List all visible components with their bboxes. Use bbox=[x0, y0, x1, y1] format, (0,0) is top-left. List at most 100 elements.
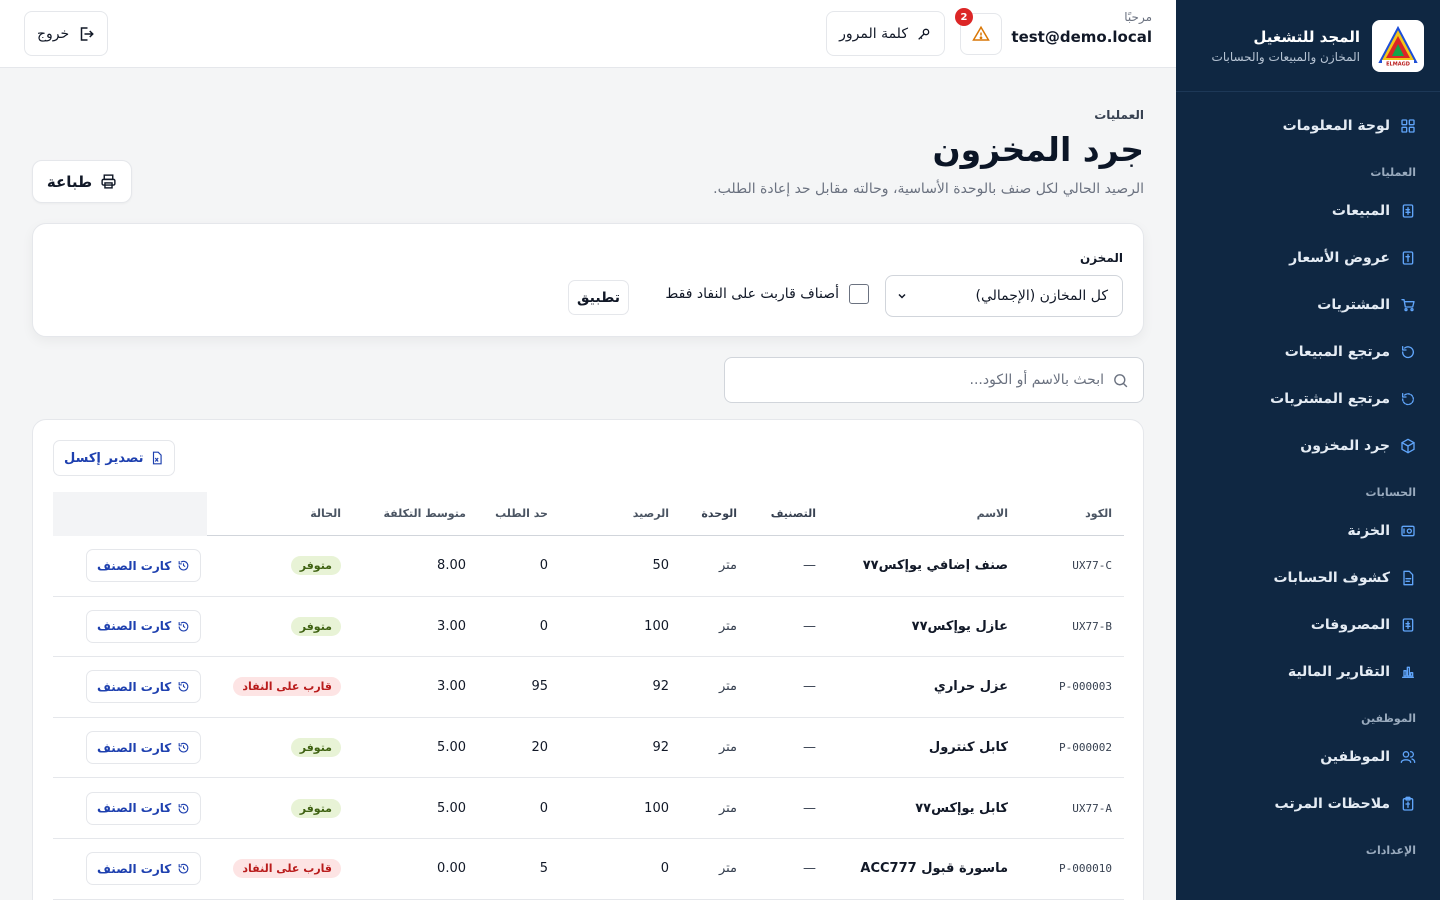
logout-icon bbox=[80, 26, 94, 41]
status-badge: متوفر bbox=[290, 738, 341, 758]
history-icon bbox=[178, 864, 189, 874]
inventory-table: الكود الاسم التصنيف الوحدة الرصيد حد الط… bbox=[53, 492, 1124, 900]
logout-button[interactable]: خروج bbox=[24, 11, 109, 56]
cell-unit: متر bbox=[718, 558, 737, 574]
history-icon bbox=[178, 682, 189, 692]
cell-unit: متر bbox=[718, 861, 737, 877]
sidebar-item-box[interactable]: جرد المخزون bbox=[1176, 422, 1440, 469]
sidebar-section-3: الإعدادات bbox=[1365, 843, 1416, 857]
return-dashed-icon bbox=[1401, 392, 1414, 405]
cart-icon bbox=[1401, 298, 1415, 311]
cell-balance: 0 bbox=[660, 861, 669, 877]
cell-balance: 100 bbox=[644, 618, 669, 634]
box-icon bbox=[1401, 438, 1415, 453]
search-icon bbox=[1114, 373, 1128, 387]
col-status[interactable]: الحالة bbox=[310, 507, 341, 520]
apply-button[interactable]: تطبيق bbox=[568, 280, 629, 315]
cell-balance: 92 bbox=[652, 740, 669, 756]
user-info: مرحبًا test@demo.local bbox=[1011, 10, 1152, 46]
topbar: مرحبًا test@demo.local 2 كلمة المرور خرو… bbox=[0, 0, 1176, 68]
cell-unit: متر bbox=[718, 740, 737, 756]
col-code[interactable]: الكود bbox=[1085, 507, 1112, 520]
cell-unit: متر bbox=[718, 800, 737, 816]
sidebar-item-safe[interactable]: الخزنة bbox=[1176, 507, 1440, 554]
change-password-button[interactable]: كلمة المرور bbox=[826, 11, 945, 56]
col-category[interactable]: التصنيف bbox=[771, 507, 816, 520]
table-header: الكود الاسم التصنيف الوحدة الرصيد حد الط… bbox=[53, 492, 1124, 536]
cell-avg-cost: 0.00 bbox=[437, 861, 466, 877]
sidebar-item-quote[interactable]: عروض الأسعار bbox=[1176, 234, 1440, 281]
cell-category: — bbox=[803, 618, 816, 634]
sidebar-item-label: الموظفين bbox=[1320, 748, 1390, 765]
sidebar-item-cart[interactable]: المشتريات bbox=[1176, 281, 1440, 328]
export-excel-label: تصدير إكسل bbox=[64, 450, 144, 466]
item-card-button[interactable]: كارت الصنف bbox=[86, 731, 202, 765]
history-icon bbox=[178, 561, 189, 571]
sidebar-item-return[interactable]: مرتجع المبيعات bbox=[1176, 328, 1440, 375]
brand-title: المجد للتشغيل bbox=[1253, 27, 1360, 46]
table-row: UX77-B عازل يوإكس٧٧ — متر 100 0 3.00 متوفر كارت … bbox=[53, 597, 1124, 658]
cell-code: P-000003 bbox=[1059, 680, 1112, 694]
cell-category: — bbox=[803, 679, 816, 695]
quote-icon bbox=[1402, 250, 1414, 265]
col-name[interactable]: الاسم bbox=[977, 507, 1008, 520]
item-card-button[interactable]: كارت الصنف bbox=[86, 791, 202, 825]
bar-chart-icon bbox=[1402, 666, 1414, 678]
status-badge: متوفر bbox=[290, 556, 341, 576]
cell-code: P-000010 bbox=[1059, 862, 1112, 876]
search-box[interactable]: ابحث بالاسم أو الكود... bbox=[724, 357, 1144, 403]
col-balance[interactable]: الرصيد bbox=[633, 507, 669, 520]
export-excel-button[interactable]: تصدير إكسل bbox=[53, 440, 175, 476]
print-button[interactable]: طباعة bbox=[32, 160, 132, 203]
history-icon bbox=[178, 742, 189, 753]
sidebar-item-label: المصروفات bbox=[1310, 616, 1390, 633]
cell-reorder: 20 bbox=[531, 740, 548, 756]
low-stock-checkbox[interactable] bbox=[849, 284, 869, 304]
cell-avg-cost: 8.00 bbox=[437, 558, 466, 574]
alerts-button[interactable]: 2 bbox=[955, 8, 1002, 55]
status-badge: متوفر bbox=[290, 616, 341, 636]
sidebar-item-receipt[interactable]: المصروفات bbox=[1176, 601, 1440, 648]
sidebar-section-2: الموظفين bbox=[1361, 711, 1416, 725]
col-unit[interactable]: الوحدة bbox=[701, 507, 737, 520]
sidebar-item-label: المشتريات bbox=[1317, 296, 1390, 313]
warehouse-select[interactable]: كل المخازن (الإجمالي) bbox=[885, 275, 1123, 317]
sidebar-item-clipboard[interactable]: ملاحظات المرتب bbox=[1176, 780, 1440, 827]
sidebar-item-users[interactable]: الموظفين bbox=[1176, 733, 1440, 780]
sidebar-item-label: المبيعات bbox=[1331, 202, 1390, 219]
item-card-button[interactable]: كارت الصنف bbox=[86, 852, 202, 886]
key-icon bbox=[918, 28, 930, 40]
sidebar-item-invoice[interactable]: المبيعات bbox=[1176, 187, 1440, 234]
history-icon bbox=[178, 803, 189, 814]
actions-column-header bbox=[53, 492, 207, 536]
cell-balance: 92 bbox=[652, 679, 669, 695]
item-card-label: كارت الصنف bbox=[97, 740, 172, 755]
table-row: P-000010 ماسورة قبول ACC777 — متر 0 5 0.00 قارب… bbox=[53, 839, 1124, 900]
cell-avg-cost: 5.00 bbox=[437, 740, 466, 756]
cell-balance: 50 bbox=[652, 558, 669, 574]
print-label: طباعة bbox=[46, 172, 93, 191]
page-subtitle: الرصيد الحالي لكل صنف بالوحدة الأساسية، … bbox=[713, 181, 1144, 197]
item-card-button[interactable]: كارت الصنف bbox=[86, 609, 202, 643]
sidebar-item-label: ملاحظات المرتب bbox=[1274, 795, 1390, 812]
sidebar-item-label: عروض الأسعار bbox=[1289, 249, 1390, 266]
cell-name: عازل يوإكس٧٧ bbox=[911, 618, 1008, 634]
sidebar-item-file[interactable]: كشوف الحسابات bbox=[1176, 554, 1440, 601]
item-card-button[interactable]: كارت الصنف bbox=[86, 549, 202, 583]
col-reorder[interactable]: حد الطلب bbox=[495, 507, 548, 520]
sidebar-item-dashboard[interactable]: لوحة المعلومات bbox=[1176, 102, 1440, 149]
sidebar: ELMAGD المجد للتشغيل المخازن والمبيعات و… bbox=[1176, 0, 1440, 900]
col-avg-cost[interactable]: متوسط التكلفة bbox=[384, 507, 467, 520]
sidebar-item-bar-chart[interactable]: التقارير المالية bbox=[1176, 648, 1440, 695]
sidebar-item-label: مرتجع المشتريات bbox=[1270, 390, 1390, 407]
search-input[interactable]: ابحث بالاسم أو الكود... bbox=[970, 372, 1104, 388]
item-card-button[interactable]: كارت الصنف bbox=[86, 670, 202, 704]
low-stock-label: أصناف قاربت على النفاد فقط bbox=[665, 286, 839, 302]
cell-name: عزل حراري bbox=[933, 679, 1008, 695]
user-greeting: مرحبًا bbox=[1124, 10, 1152, 24]
status-badge: متوفر bbox=[290, 798, 341, 818]
sidebar-item-return-dashed[interactable]: مرتجع المشتريات bbox=[1176, 375, 1440, 422]
cell-name: كابل يوإكس٧٧ bbox=[915, 800, 1008, 816]
status-badge: قارب على النفاد bbox=[233, 677, 341, 697]
user-email: test@demo.local bbox=[1011, 28, 1152, 46]
